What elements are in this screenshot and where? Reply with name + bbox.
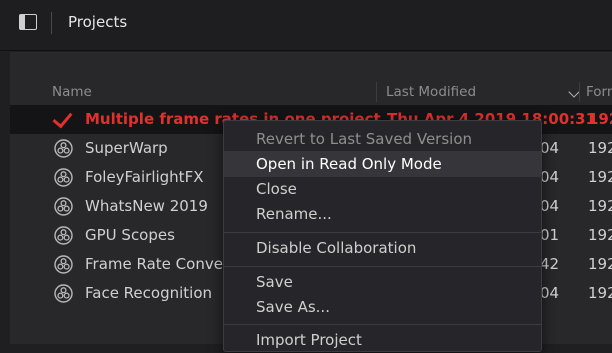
project-last-modified: 42 [540, 255, 560, 273]
top-bar: Projects [0, 0, 612, 51]
project-name: GPU Scopes [85, 226, 175, 244]
context-menu: Revert to Last Saved Version Open in Rea… [223, 120, 542, 352]
menu-item-save[interactable]: Save [224, 269, 541, 295]
menu-item-disable-collaboration[interactable]: Disable Collaboration [224, 235, 541, 261]
project-format: 192 [588, 255, 612, 273]
project-name: SuperWarp [85, 139, 168, 157]
davinci-resolve-icon [54, 197, 73, 216]
column-header: Name Last Modified Form [10, 80, 612, 104]
project-name: Face Recognition [85, 284, 213, 302]
checkmark-icon [52, 107, 73, 129]
davinci-resolve-icon [54, 284, 73, 303]
project-name: WhatsNew 2019 [85, 197, 208, 215]
menu-divider [224, 232, 541, 233]
project-name: Frame Rate Convers [85, 255, 237, 273]
davinci-resolve-icon [54, 226, 73, 245]
project-last-modified: 04 [540, 139, 560, 157]
project-format: 192 [588, 110, 612, 128]
column-format[interactable]: Form [586, 84, 612, 100]
divider [51, 12, 52, 34]
davinci-resolve-icon [54, 255, 73, 274]
project-format: 192 [588, 226, 612, 244]
menu-divider [224, 324, 541, 325]
davinci-resolve-icon [54, 139, 73, 158]
column-name[interactable]: Name [52, 84, 92, 100]
davinci-resolve-icon [54, 168, 73, 187]
sort-chevron-icon[interactable] [568, 86, 580, 98]
project-format: 192 [588, 197, 612, 215]
menu-item-save-as[interactable]: Save As... [224, 294, 541, 320]
project-last-modified: 04 [540, 197, 560, 215]
menu-item-revert[interactable]: Revert to Last Saved Version [224, 126, 541, 152]
project-name: FoleyFairlightFX [85, 168, 204, 186]
project-last-modified: 01 [540, 226, 560, 244]
column-last-modified[interactable]: Last Modified [386, 84, 476, 100]
menu-item-import-project[interactable]: Import Project [224, 327, 541, 353]
page-title: Projects [68, 13, 128, 31]
project-last-modified: 04 [540, 168, 560, 186]
project-format: 192 [588, 139, 612, 157]
menu-item-close[interactable]: Close [224, 176, 541, 202]
sidebar-toggle-icon[interactable] [19, 14, 37, 30]
menu-item-open-read-only[interactable]: Open in Read Only Mode [224, 151, 541, 177]
menu-divider [224, 266, 541, 267]
project-format: 192 [588, 168, 612, 186]
project-last-modified: 04 [540, 284, 560, 302]
menu-item-rename[interactable]: Rename... [224, 201, 541, 227]
project-format: 192 [588, 284, 612, 302]
